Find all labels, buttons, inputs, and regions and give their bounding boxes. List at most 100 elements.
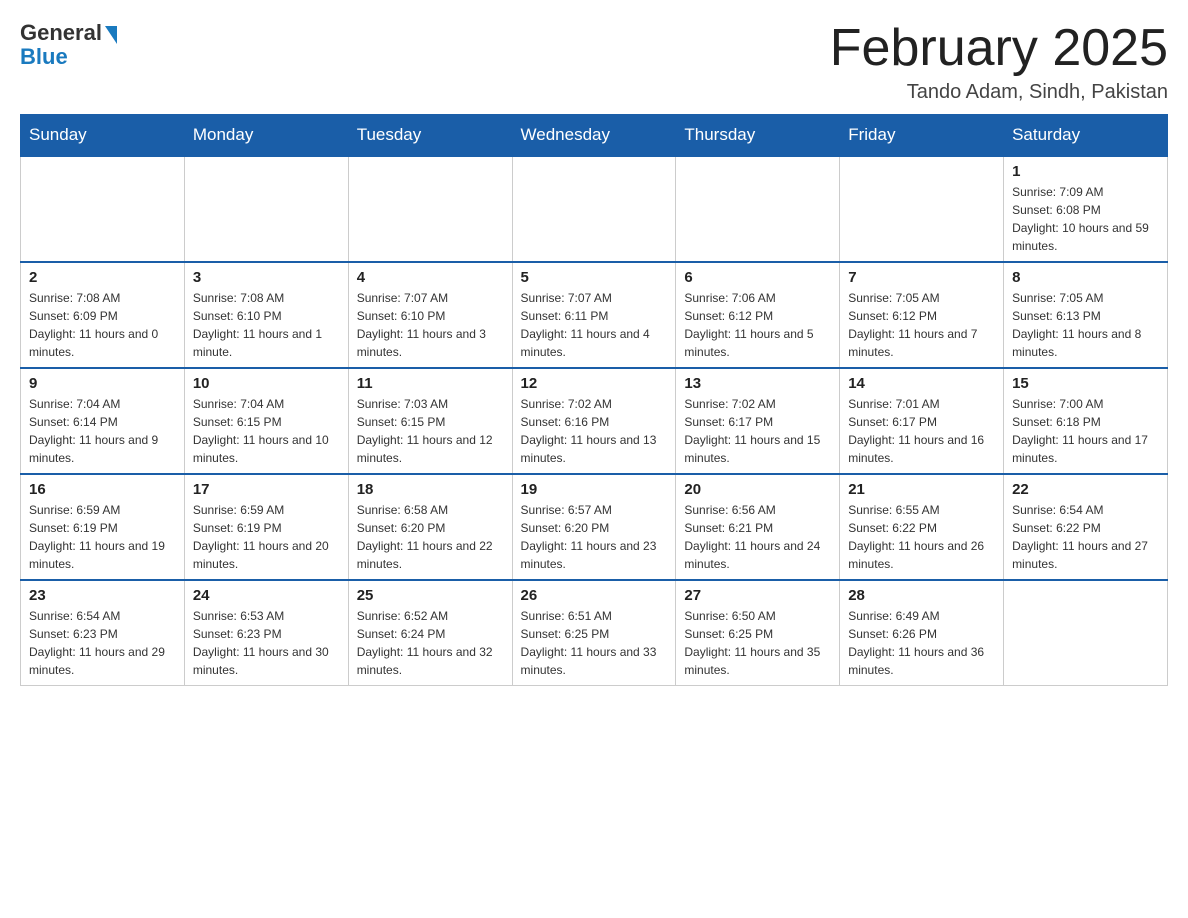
day-info: Sunrise: 6:53 AM Sunset: 6:23 PM Dayligh…	[193, 607, 340, 679]
day-info: Sunrise: 7:03 AM Sunset: 6:15 PM Dayligh…	[357, 395, 504, 467]
day-info: Sunrise: 7:04 AM Sunset: 6:14 PM Dayligh…	[29, 395, 176, 467]
calendar-day-cell	[1004, 580, 1168, 686]
day-info: Sunrise: 7:06 AM Sunset: 6:12 PM Dayligh…	[684, 289, 831, 361]
day-info: Sunrise: 7:05 AM Sunset: 6:12 PM Dayligh…	[848, 289, 995, 361]
calendar-day-cell: 1 Sunrise: 7:09 AM Sunset: 6:08 PM Daylig…	[1004, 156, 1168, 262]
title-block: February 2025 Tando Adam, Sindh, Pakista…	[830, 20, 1168, 104]
calendar-day-cell: 3 Sunrise: 7:08 AM Sunset: 6:10 PM Daylig…	[184, 262, 348, 368]
day-number: 23	[29, 587, 176, 604]
calendar-day-cell	[512, 156, 676, 262]
calendar-week-row: 16 Sunrise: 6:59 AM Sunset: 6:19 PM Dayli…	[21, 474, 1168, 580]
calendar-day-header: Friday	[840, 115, 1004, 157]
day-number: 1	[1012, 163, 1159, 180]
day-number: 3	[193, 269, 340, 286]
day-info: Sunrise: 7:09 AM Sunset: 6:08 PM Dayligh…	[1012, 183, 1159, 255]
calendar-day-header: Wednesday	[512, 115, 676, 157]
day-info: Sunrise: 7:07 AM Sunset: 6:11 PM Dayligh…	[521, 289, 668, 361]
day-number: 6	[684, 269, 831, 286]
calendar-day-cell: 4 Sunrise: 7:07 AM Sunset: 6:10 PM Daylig…	[348, 262, 512, 368]
day-number: 9	[29, 375, 176, 392]
day-number: 25	[357, 587, 504, 604]
calendar-day-cell	[21, 156, 185, 262]
day-number: 27	[684, 587, 831, 604]
calendar-week-row: 2 Sunrise: 7:08 AM Sunset: 6:09 PM Daylig…	[21, 262, 1168, 368]
calendar-week-row: 23 Sunrise: 6:54 AM Sunset: 6:23 PM Dayli…	[21, 580, 1168, 686]
day-info: Sunrise: 7:00 AM Sunset: 6:18 PM Dayligh…	[1012, 395, 1159, 467]
calendar-day-cell: 23 Sunrise: 6:54 AM Sunset: 6:23 PM Dayli…	[21, 580, 185, 686]
calendar-day-cell: 27 Sunrise: 6:50 AM Sunset: 6:25 PM Dayli…	[676, 580, 840, 686]
day-number: 21	[848, 481, 995, 498]
calendar-day-header: Thursday	[676, 115, 840, 157]
day-info: Sunrise: 7:07 AM Sunset: 6:10 PM Dayligh…	[357, 289, 504, 361]
calendar-day-cell: 21Sunrise: 6:55 AM Sunset: 6:22 PM Dayli…	[840, 474, 1004, 580]
calendar-day-cell: 25Sunrise: 6:52 AM Sunset: 6:24 PM Dayli…	[348, 580, 512, 686]
day-number: 13	[684, 375, 831, 392]
day-number: 14	[848, 375, 995, 392]
day-info: Sunrise: 7:08 AM Sunset: 6:09 PM Dayligh…	[29, 289, 176, 361]
calendar-day-cell: 19 Sunrise: 6:57 AM Sunset: 6:20 PM Dayli…	[512, 474, 676, 580]
calendar-day-cell: 11 Sunrise: 7:03 AM Sunset: 6:15 PM Dayli…	[348, 368, 512, 474]
calendar-day-cell: 6 Sunrise: 7:06 AM Sunset: 6:12 PM Daylig…	[676, 262, 840, 368]
day-info: Sunrise: 6:54 AM Sunset: 6:22 PM Dayligh…	[1012, 501, 1159, 573]
day-info: Sunrise: 7:05 AM Sunset: 6:13 PM Dayligh…	[1012, 289, 1159, 361]
calendar-day-cell: 16 Sunrise: 6:59 AM Sunset: 6:19 PM Dayli…	[21, 474, 185, 580]
calendar-day-header: Sunday	[21, 115, 185, 157]
calendar-day-cell: 15 Sunrise: 7:00 AM Sunset: 6:18 PM Dayli…	[1004, 368, 1168, 474]
day-info: Sunrise: 6:56 AM Sunset: 6:21 PM Dayligh…	[684, 501, 831, 573]
calendar-day-cell: 8 Sunrise: 7:05 AM Sunset: 6:13 PM Daylig…	[1004, 262, 1168, 368]
location-text: Tando Adam, Sindh, Pakistan	[830, 81, 1168, 104]
day-info: Sunrise: 6:49 AM Sunset: 6:26 PM Dayligh…	[848, 607, 995, 679]
calendar-day-header: Tuesday	[348, 115, 512, 157]
day-number: 22	[1012, 481, 1159, 498]
day-number: 19	[521, 481, 668, 498]
page-header: General Blue February 2025 Tando Adam, S…	[20, 20, 1168, 104]
calendar-day-cell	[184, 156, 348, 262]
calendar-header-row: SundayMondayTuesdayWednesdayThursdayFrid…	[21, 115, 1168, 157]
calendar-day-header: Saturday	[1004, 115, 1168, 157]
day-number: 28	[848, 587, 995, 604]
day-info: Sunrise: 7:04 AM Sunset: 6:15 PM Dayligh…	[193, 395, 340, 467]
calendar-day-cell: 12 Sunrise: 7:02 AM Sunset: 6:16 PM Dayli…	[512, 368, 676, 474]
day-number: 26	[521, 587, 668, 604]
calendar-day-cell: 2 Sunrise: 7:08 AM Sunset: 6:09 PM Daylig…	[21, 262, 185, 368]
month-title: February 2025	[830, 20, 1168, 77]
day-number: 7	[848, 269, 995, 286]
calendar-day-cell: 18 Sunrise: 6:58 AM Sunset: 6:20 PM Dayli…	[348, 474, 512, 580]
logo-blue-text: Blue	[20, 44, 68, 70]
calendar-day-cell: 13Sunrise: 7:02 AM Sunset: 6:17 PM Dayli…	[676, 368, 840, 474]
calendar-table: SundayMondayTuesdayWednesdayThursdayFrid…	[20, 114, 1168, 686]
day-info: Sunrise: 6:51 AM Sunset: 6:25 PM Dayligh…	[521, 607, 668, 679]
calendar-day-cell	[676, 156, 840, 262]
day-info: Sunrise: 7:01 AM Sunset: 6:17 PM Dayligh…	[848, 395, 995, 467]
day-info: Sunrise: 6:58 AM Sunset: 6:20 PM Dayligh…	[357, 501, 504, 573]
day-info: Sunrise: 6:59 AM Sunset: 6:19 PM Dayligh…	[29, 501, 176, 573]
day-info: Sunrise: 7:02 AM Sunset: 6:16 PM Dayligh…	[521, 395, 668, 467]
day-number: 16	[29, 481, 176, 498]
day-info: Sunrise: 6:57 AM Sunset: 6:20 PM Dayligh…	[521, 501, 668, 573]
day-number: 12	[521, 375, 668, 392]
day-number: 20	[684, 481, 831, 498]
day-number: 17	[193, 481, 340, 498]
day-number: 18	[357, 481, 504, 498]
calendar-day-header: Monday	[184, 115, 348, 157]
calendar-day-cell: 10Sunrise: 7:04 AM Sunset: 6:15 PM Dayli…	[184, 368, 348, 474]
day-info: Sunrise: 6:54 AM Sunset: 6:23 PM Dayligh…	[29, 607, 176, 679]
calendar-day-cell	[348, 156, 512, 262]
calendar-day-cell: 22 Sunrise: 6:54 AM Sunset: 6:22 PM Dayli…	[1004, 474, 1168, 580]
day-number: 8	[1012, 269, 1159, 286]
day-number: 24	[193, 587, 340, 604]
day-number: 15	[1012, 375, 1159, 392]
logo-general-text: General	[20, 20, 102, 46]
day-number: 2	[29, 269, 176, 286]
calendar-day-cell: 17 Sunrise: 6:59 AM Sunset: 6:19 PM Dayli…	[184, 474, 348, 580]
calendar-day-cell	[840, 156, 1004, 262]
day-number: 4	[357, 269, 504, 286]
calendar-day-cell: 24 Sunrise: 6:53 AM Sunset: 6:23 PM Dayli…	[184, 580, 348, 686]
day-number: 11	[357, 375, 504, 392]
calendar-day-cell: 5 Sunrise: 7:07 AM Sunset: 6:11 PM Daylig…	[512, 262, 676, 368]
calendar-day-cell: 14 Sunrise: 7:01 AM Sunset: 6:17 PM Dayli…	[840, 368, 1004, 474]
day-info: Sunrise: 6:50 AM Sunset: 6:25 PM Dayligh…	[684, 607, 831, 679]
day-number: 5	[521, 269, 668, 286]
day-info: Sunrise: 6:59 AM Sunset: 6:19 PM Dayligh…	[193, 501, 340, 573]
day-info: Sunrise: 7:08 AM Sunset: 6:10 PM Dayligh…	[193, 289, 340, 361]
